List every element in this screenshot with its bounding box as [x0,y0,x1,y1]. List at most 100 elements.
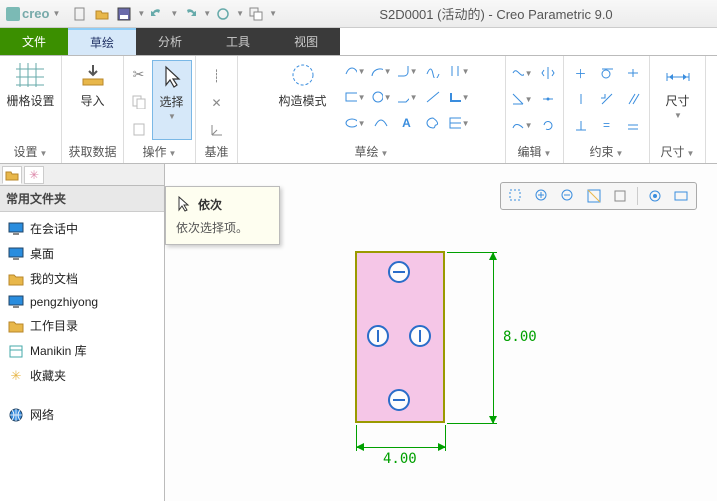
view-toolbar [500,182,697,210]
view-display-icon[interactable] [609,185,631,207]
tab-file[interactable]: 文件 [0,28,68,55]
vertical-icon[interactable]: ＋ [569,62,593,84]
arc-tool-icon[interactable]: ▼ [369,60,393,82]
centerline-icon[interactable]: ┊ [205,66,229,85]
undo-button[interactable] [147,4,167,24]
dim-width[interactable]: 4.00 [383,451,417,467]
logo-dropdown-icon[interactable]: ▼ [52,9,60,18]
redo-button[interactable] [180,4,200,24]
tree-item-label: pengzhiyong [30,295,98,309]
save-button[interactable] [114,4,134,24]
spline-tool-icon[interactable] [421,60,445,82]
zoom-in-icon[interactable] [531,185,553,207]
ribbon: 栅格设置 设置▼ 导入 获取数据 ✂ 选择 ▼ 操作▼ ┊ [0,56,717,164]
line-tool-icon[interactable]: ▼ [343,60,367,82]
favorites-tab[interactable]: ✳ [24,166,44,184]
new-file-button[interactable] [70,4,90,24]
circle-tool-icon[interactable]: ▼ [369,86,393,108]
undo-dropdown-icon[interactable]: ▼ [170,9,178,18]
delete-icon[interactable]: ✕ [205,93,229,112]
dim-height[interactable]: 8.00 [503,329,537,345]
tree-item-label: 网络 [30,406,54,423]
midpoint-icon[interactable] [621,62,645,84]
tangent-icon[interactable] [595,62,619,84]
sketch-geometry: 8.00 4.00 [355,251,635,481]
refit-icon[interactable] [583,185,605,207]
saved-view-icon[interactable] [644,185,666,207]
tree-item-3[interactable]: pengzhiyong [0,291,164,313]
monitor-icon [8,295,24,309]
rect-tool-icon[interactable]: ▼ [343,86,367,108]
display-settings-icon[interactable] [670,185,692,207]
perpendicular-icon[interactable] [569,114,593,136]
copy-icon[interactable] [127,91,151,112]
zoom-window-icon[interactable] [505,185,527,207]
quick-access-toolbar: ▼ ▼ ▼ ▼ ▼ [70,4,277,24]
grid-icon[interactable] [14,60,46,90]
tree-item-7[interactable]: 网络 [0,402,164,427]
text-tool-icon[interactable]: A [395,112,419,134]
horizontal-icon[interactable] [569,88,593,110]
tree-item-1[interactable]: 桌面 [0,241,164,266]
mirror-icon[interactable] [536,62,560,84]
chamfer-tool-icon[interactable]: ▼ [395,86,419,108]
fillet-tool-icon[interactable]: ▼ [395,60,419,82]
tab-view[interactable]: 视图 [272,28,340,55]
ribbon-group-sketch: 构造模式 ▼ ▼ ▼ ▼ ▼ ▼ ▼ ▼ ▼ [238,56,506,163]
coord-icon[interactable] [205,121,229,140]
tree-item-0[interactable]: 在会话中 [0,216,164,241]
ellipse-tool-icon[interactable]: ▼ [343,112,367,134]
tree-item-2[interactable]: 我的文档 [0,266,164,291]
extend-icon[interactable]: ▼ [510,114,534,136]
zoom-out-icon[interactable] [557,185,579,207]
offset-tool-icon[interactable]: ▼ [447,60,471,82]
import-icon[interactable] [77,60,109,90]
dimension-label: 尺寸 [665,92,689,109]
open-file-button[interactable] [92,4,112,24]
window-title: S2D0001 (活动的) - Creo Parametric 9.0 [281,4,711,23]
construction-mode-icon[interactable] [287,60,319,90]
divide-icon[interactable] [536,88,560,110]
tree-item-label: 桌面 [30,245,54,262]
hole-top[interactable] [388,261,410,283]
select-button[interactable]: 选择 ▼ [152,60,192,140]
tree-item-4[interactable]: 工作目录 [0,313,164,338]
corner-icon[interactable]: ▼ [510,88,534,110]
regen-dropdown-icon[interactable]: ▼ [236,9,244,18]
ribbon-group-constrain: ＋ = 约束▼ [564,56,650,163]
palette-tool-icon[interactable] [421,112,445,134]
folder-tab[interactable] [2,166,22,184]
thicken-tool-icon[interactable]: ▼ [447,86,471,108]
project-tool-icon[interactable]: ▼ [447,112,471,134]
symmetric-icon[interactable] [595,88,619,110]
tree-item-5[interactable]: Manikin 库 [0,338,164,363]
dimension-icon[interactable] [662,60,694,90]
tab-analysis[interactable]: 分析 [136,28,204,55]
tab-sketch[interactable]: 草绘 [68,28,136,55]
group-title-settings: 设置▼ [0,143,61,160]
tree-item-6[interactable]: ✳收藏夹 [0,363,164,388]
folder-icon [8,272,24,286]
tab-tools[interactable]: 工具 [204,28,272,55]
ribbon-group-datum: ┊ ✕ 基准 [196,56,238,163]
equal-icon[interactable]: = [595,114,619,136]
dim-ext-bottom [447,423,497,424]
cut-icon[interactable]: ✂ [127,64,151,85]
hole-bottom[interactable] [388,389,410,411]
hole-right[interactable] [409,325,431,347]
windows-dropdown-icon[interactable]: ▼ [269,9,277,18]
ribbon-group-getdata: 导入 获取数据 [62,56,124,163]
redo-dropdown-icon[interactable]: ▼ [203,9,211,18]
trim-icon[interactable]: ▼ [510,62,534,84]
point-tool-icon[interactable] [421,86,445,108]
hole-left[interactable] [367,325,389,347]
conic-tool-icon[interactable] [369,112,393,134]
paste-icon[interactable] [127,119,151,140]
coincident-icon[interactable] [621,114,645,136]
parallel-icon[interactable] [621,88,645,110]
rotate-icon[interactable] [536,114,560,136]
windows-button[interactable] [246,4,266,24]
cursor-icon [160,63,184,91]
regenerate-button[interactable] [213,4,233,24]
save-dropdown-icon[interactable]: ▼ [137,9,145,18]
